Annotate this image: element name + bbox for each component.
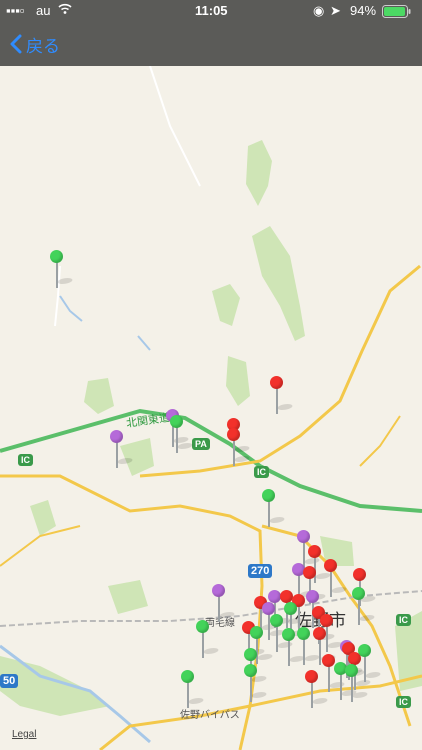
interchange-icon: IC [396,696,411,708]
map-pin-green[interactable] [181,670,206,712]
legal-link[interactable]: Legal [12,729,36,740]
map-pin-green[interactable] [50,250,75,292]
signal-icon: ▪▪▪▫ [6,3,25,18]
map-pin-purple[interactable] [212,584,237,626]
wifi-icon [58,3,72,18]
map-pin-green[interactable] [282,628,307,670]
carrier-label: au [36,3,51,18]
location-arrow-icon: ➤ [330,3,341,18]
map-pin-purple[interactable] [110,430,135,472]
route-50-shield: 50 [0,674,19,688]
map-pin-red[interactable] [227,428,252,470]
map-pin-green[interactable] [345,664,370,706]
interchange-icon: IC [18,454,33,466]
navigation-bar: 戻る [0,22,422,66]
map-pin-red[interactable] [270,376,295,418]
map-pin-green[interactable] [244,664,269,706]
map-pin-green[interactable] [297,627,322,669]
parking-area-icon: PA [192,438,210,450]
battery-icon [382,5,412,21]
route-270-shield: 270 [248,564,273,578]
map-pin-red[interactable] [305,670,330,712]
battery-percent: 94% [350,3,377,18]
status-bar: ▪▪▪▫ au 11:05 ◉ ➤ 94% [0,0,422,22]
chevron-left-icon [10,34,22,54]
map-pin-green[interactable] [262,489,287,531]
map-pin-green[interactable] [196,620,221,662]
map-pin-green[interactable] [352,587,377,629]
map-pin-green[interactable] [170,415,195,457]
interchange-icon: IC [254,466,269,478]
back-label: 戻る [26,36,60,56]
orientation-lock-icon: ◉ [313,3,325,18]
back-button[interactable]: 戻る [10,30,60,58]
interchange-icon: IC [396,614,411,626]
map-pin-green[interactable] [358,644,383,686]
clock: 11:05 [195,3,228,18]
map-view[interactable]: 北関東道 佐野市 両毛線 佐野バイパス 270 50 IC IC IC IC P… [0,66,422,750]
